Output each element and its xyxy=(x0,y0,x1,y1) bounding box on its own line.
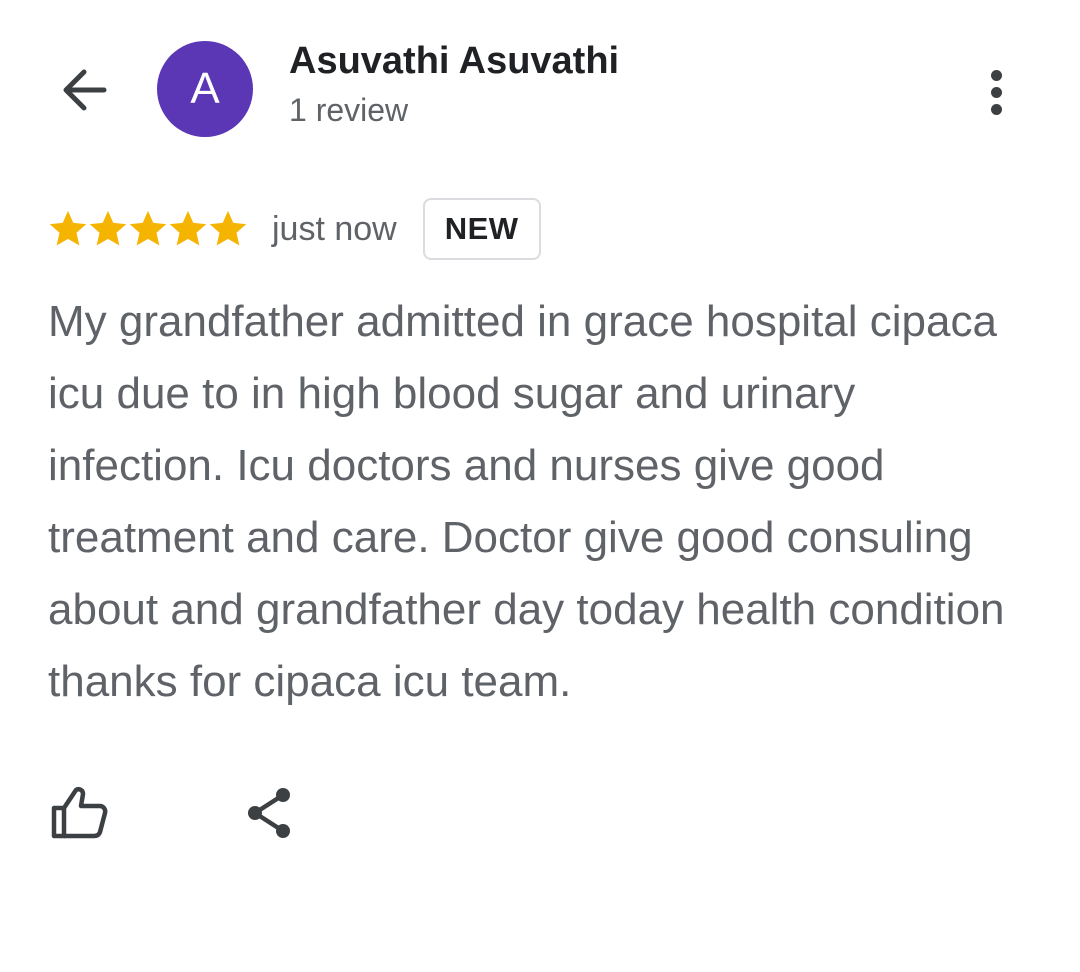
avatar-letter: A xyxy=(190,64,220,113)
review-text: My grandfather admitted in grace hospita… xyxy=(48,297,1005,706)
star-icon xyxy=(129,211,167,246)
share-button[interactable] xyxy=(242,782,300,844)
star-icon xyxy=(169,211,207,246)
profile-name[interactable]: Asuvathi Asuvathi xyxy=(289,40,619,83)
new-badge: NEW xyxy=(422,198,541,260)
rating-row: just now NEW xyxy=(48,196,541,262)
review-time: just now xyxy=(272,209,397,248)
more-vertical-icon xyxy=(990,69,1002,81)
review-count: 1 review xyxy=(289,92,409,128)
star-rating xyxy=(48,209,248,249)
back-button[interactable] xyxy=(52,58,116,122)
share-icon xyxy=(248,788,290,838)
arrow-left-icon xyxy=(63,69,107,111)
star-icon xyxy=(49,211,87,246)
thumbs-up-icon xyxy=(51,786,108,839)
more-options-button[interactable] xyxy=(970,60,1022,124)
star-icon xyxy=(209,211,247,246)
like-button[interactable] xyxy=(46,782,112,844)
avatar[interactable]: A xyxy=(157,41,253,137)
star-icon xyxy=(89,211,127,246)
